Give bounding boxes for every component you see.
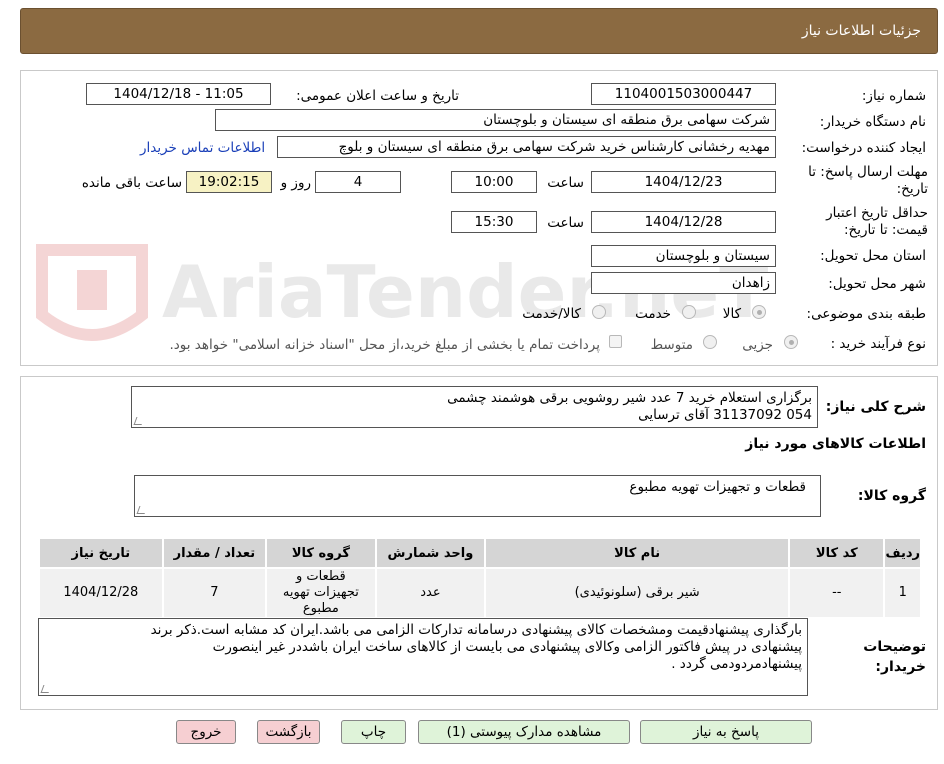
day-and-label: روز و [280,175,311,191]
cell-row: 1 [883,567,922,619]
city-label: شهر محل تحویل: [828,276,926,292]
col-date: تاریخ نیاز [38,537,164,569]
page-header: جزئیات اطلاعات نیاز [20,8,938,54]
category-label: طبقه بندی موضوعی: [806,306,926,322]
exit-button[interactable]: خروج [176,720,236,744]
announce-datetime-field: 1404/12/18 - 11:05 [86,83,271,105]
col-unit: واحد شمارش [374,537,487,569]
announce-datetime-label: تاریخ و ساعت اعلان عمومی: [296,88,459,104]
goods-table-wrap: ردیف کد کالا نام کالا واحد شمارش گروه کا… [38,537,922,619]
payment-note: پرداخت تمام یا بخشی از مبلغ خرید،از محل … [169,337,600,353]
days-left-field: 4 [315,171,401,193]
goods-group-label: گروه کالا: [857,488,926,504]
reply-time-field: 10:00 [451,171,537,193]
table-row: 1 -- شیر برقی (سلونوئیدی) عدد قطعات و تج… [38,567,922,619]
reply-button[interactable]: پاسخ به نیاز [640,720,812,744]
price-validity-label: حداقل تاریخ اعتبار قیمت: تا تاریخ: [826,205,928,238]
col-code: کد کالا [788,537,886,569]
buyer-notes-label: توضیحات خریدار: [863,639,926,675]
summary-textarea: برگزاری استعلام خرید 7 عدد شیر روشویی بر… [131,386,818,428]
view-attachments-button[interactable]: مشاهده مدارک پیوستی (1) [418,720,630,744]
category-option-service: خدمت [635,306,671,322]
category-radio-goods-service[interactable] [592,305,606,319]
validity-date-field: 1404/12/28 [591,211,776,233]
validity-hour-label: ساعت [547,215,584,231]
province-field: سیستان و بلوچستان [591,245,776,267]
requester-label: ایجاد کننده درخواست: [801,140,926,156]
resize-grip-icon[interactable] [136,506,148,514]
cell-qty: 7 [161,567,268,619]
need-number-label: شماره نیاز: [861,88,926,104]
category-radio-service[interactable] [682,305,696,319]
buyer-org-label: نام دستگاه خریدار: [819,114,926,130]
goods-group-textarea: قطعات و تجهیزات تهویه مطبوع [134,475,821,517]
category-option-goods-service: کالا/خدمت [522,306,581,322]
treasury-checkbox[interactable] [609,335,622,348]
resize-grip-icon[interactable] [40,685,52,693]
time-left-field: 19:02:15 [186,171,272,193]
purchase-type-label: نوع فرآیند خرید : [830,336,926,352]
goods-table: ردیف کد کالا نام کالا واحد شمارش گروه کا… [38,537,922,619]
reply-deadline-label: مهلت ارسال پاسخ: تا تاریخ: [808,164,928,197]
purchase-radio-minor[interactable] [784,335,798,349]
print-button[interactable]: چاپ [341,720,406,744]
back-button[interactable]: بازگشت [257,720,320,744]
validity-time-field: 15:30 [451,211,537,233]
col-row: ردیف [883,537,922,569]
buyer-org-field: شرکت سهامی برق منطقه ای سیستان و بلوچستا… [215,109,776,131]
table-header-row: ردیف کد کالا نام کالا واحد شمارش گروه کا… [38,537,922,569]
city-field: زاهدان [591,272,776,294]
purchase-radio-medium[interactable] [703,335,717,349]
buyer-contact-link[interactable]: اطلاعات تماس خریدار [140,140,265,156]
remaining-label: ساعت باقی مانده [81,175,182,191]
col-name: نام کالا [484,537,791,569]
cell-code: -- [788,567,886,619]
province-label: استان محل تحویل: [820,248,926,264]
purchase-option-minor: جزیی [742,337,773,353]
reply-date-field: 1404/12/23 [591,171,776,193]
cell-date: 1404/12/28 [38,567,164,619]
purchase-option-medium: متوسط [650,337,693,353]
category-option-goods: کالا [722,306,741,322]
cell-group: قطعات و تجهیزات تهویه مطبوع [265,567,377,619]
page-title: جزئیات اطلاعات نیاز [801,23,921,39]
cell-unit: عدد [374,567,487,619]
buyer-notes-textarea: بارگذاری پیشنهادقیمت ومشخصات کالای پیشنه… [38,618,808,696]
goods-info-heading: اطلاعات کالاهای مورد نیاز [745,436,926,452]
summary-label: شرح کلی نیاز: [825,399,926,415]
col-qty: تعداد / مقدار [161,537,268,569]
requester-field: مهدیه رخشانی کارشناس خرید شرکت سهامی برق… [277,136,776,158]
reply-hour-label: ساعت [547,175,584,191]
need-number-field: 1104001503000447 [591,83,776,105]
cell-name: شیر برقی (سلونوئیدی) [484,567,791,619]
category-radio-goods[interactable] [752,305,766,319]
col-group: گروه کالا [265,537,377,569]
